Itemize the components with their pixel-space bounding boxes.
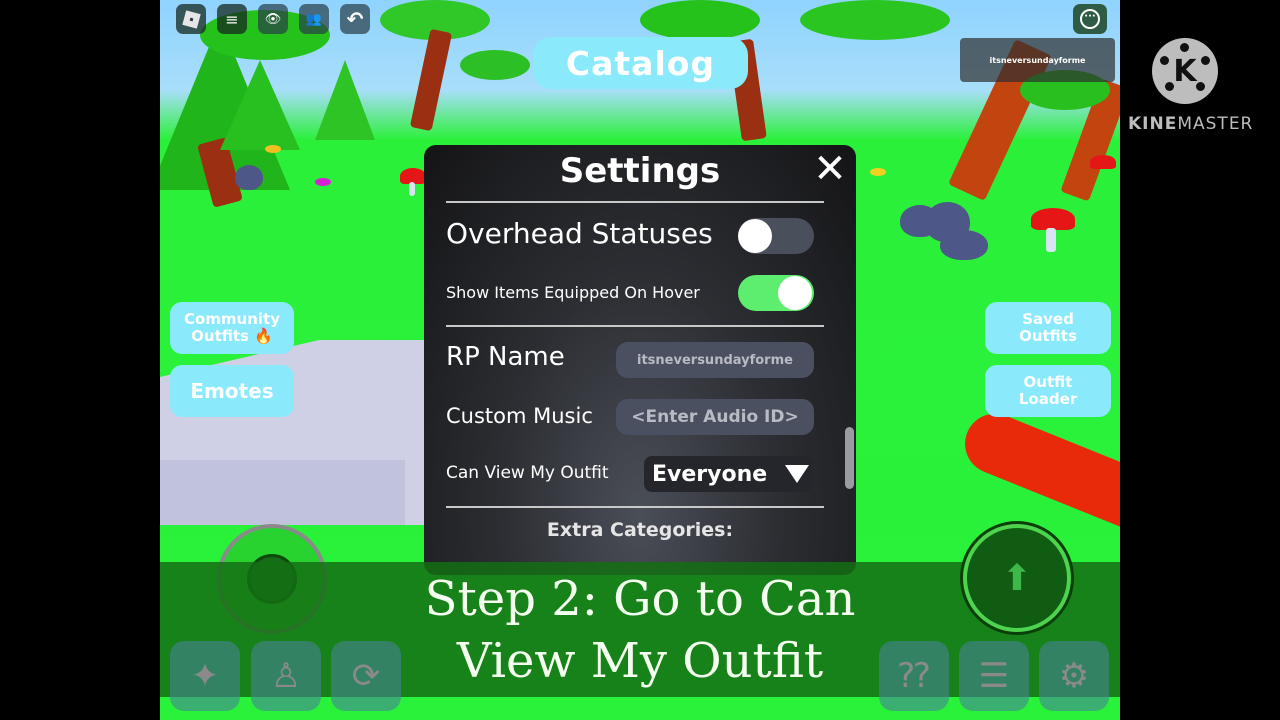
saved-outfits-button[interactable]: Saved Outfits — [985, 302, 1111, 354]
caption-line-1: Step 2: Go to Can — [424, 571, 856, 627]
roblox-menu-button[interactable] — [176, 4, 206, 34]
overhead-statuses-label: Overhead Statuses — [446, 217, 713, 250]
eye-icon: 👁 — [264, 11, 282, 27]
letterbox-left — [0, 0, 160, 720]
catalog-button[interactable]: Catalog — [533, 37, 748, 89]
undo-icon: ↶ — [346, 7, 364, 31]
show-items-hover-toggle[interactable] — [738, 275, 814, 311]
outfit-loader-button[interactable]: Outfit Loader — [985, 365, 1111, 417]
dropdown-value: Everyone — [652, 461, 768, 487]
stone-slab-front — [160, 460, 405, 525]
visibility-button[interactable]: 👁 — [258, 4, 288, 34]
username-tag: itsneversundayforme — [960, 38, 1115, 82]
chevron-down-icon — [785, 465, 810, 483]
close-button[interactable]: ✕ — [812, 149, 848, 189]
emotes-button[interactable]: Emotes — [170, 365, 294, 417]
custom-music-label: Custom Music — [446, 404, 593, 428]
settings-scrollbar[interactable] — [845, 427, 854, 489]
divider — [446, 506, 824, 508]
letterbox-right — [1120, 0, 1280, 720]
chat-button[interactable]: ≡ — [217, 4, 247, 34]
rp-name-label: RP Name — [446, 342, 565, 372]
toggle-knob — [778, 276, 812, 310]
toggle-knob — [738, 219, 772, 253]
game-viewport: ≡ 👁 👥 ↶ ··· itsneversundayforme Catalog … — [160, 0, 1120, 720]
kinemaster-light: MASTER — [1177, 114, 1254, 134]
kinemaster-wordmark: KINEMASTER — [1128, 114, 1253, 134]
divider — [446, 325, 824, 327]
more-icon: ··· — [1080, 9, 1100, 29]
can-view-outfit-dropdown[interactable]: Everyone — [644, 456, 812, 492]
community-outfits-button[interactable]: Community Outfits 🔥 — [170, 302, 294, 354]
tutorial-caption: Step 2: Go to Can View My Outfit — [160, 568, 1120, 692]
kinemaster-logo-icon: K — [1152, 38, 1218, 104]
friends-icon: 👥 — [305, 11, 323, 27]
kinemaster-bold: KINE — [1128, 114, 1178, 134]
custom-music-input[interactable]: <Enter Audio ID> — [616, 399, 814, 435]
overhead-statuses-toggle[interactable] — [738, 218, 814, 254]
undo-button[interactable]: ↶ — [340, 4, 370, 34]
close-icon: ✕ — [813, 146, 847, 192]
friends-button[interactable]: 👥 — [299, 4, 329, 34]
settings-modal: Settings ✕ Overhead Statuses Show Items … — [424, 145, 856, 575]
top-toolbar: ≡ 👁 👥 ↶ — [176, 4, 370, 34]
roblox-logo-icon — [181, 9, 201, 29]
can-view-outfit-label: Can View My Outfit — [446, 463, 609, 483]
kinemaster-letter: K — [1173, 53, 1197, 89]
more-options-button[interactable]: ··· — [1073, 4, 1107, 34]
show-items-hover-label: Show Items Equipped On Hover — [446, 283, 700, 302]
divider — [446, 201, 824, 203]
chat-icon: ≡ — [225, 9, 239, 29]
caption-line-2: View My Outfit — [456, 633, 824, 689]
settings-title: Settings — [559, 151, 721, 191]
rp-name-input[interactable]: itsneversundayforme — [616, 342, 814, 378]
extra-categories-label: Extra Categories: — [546, 519, 734, 541]
